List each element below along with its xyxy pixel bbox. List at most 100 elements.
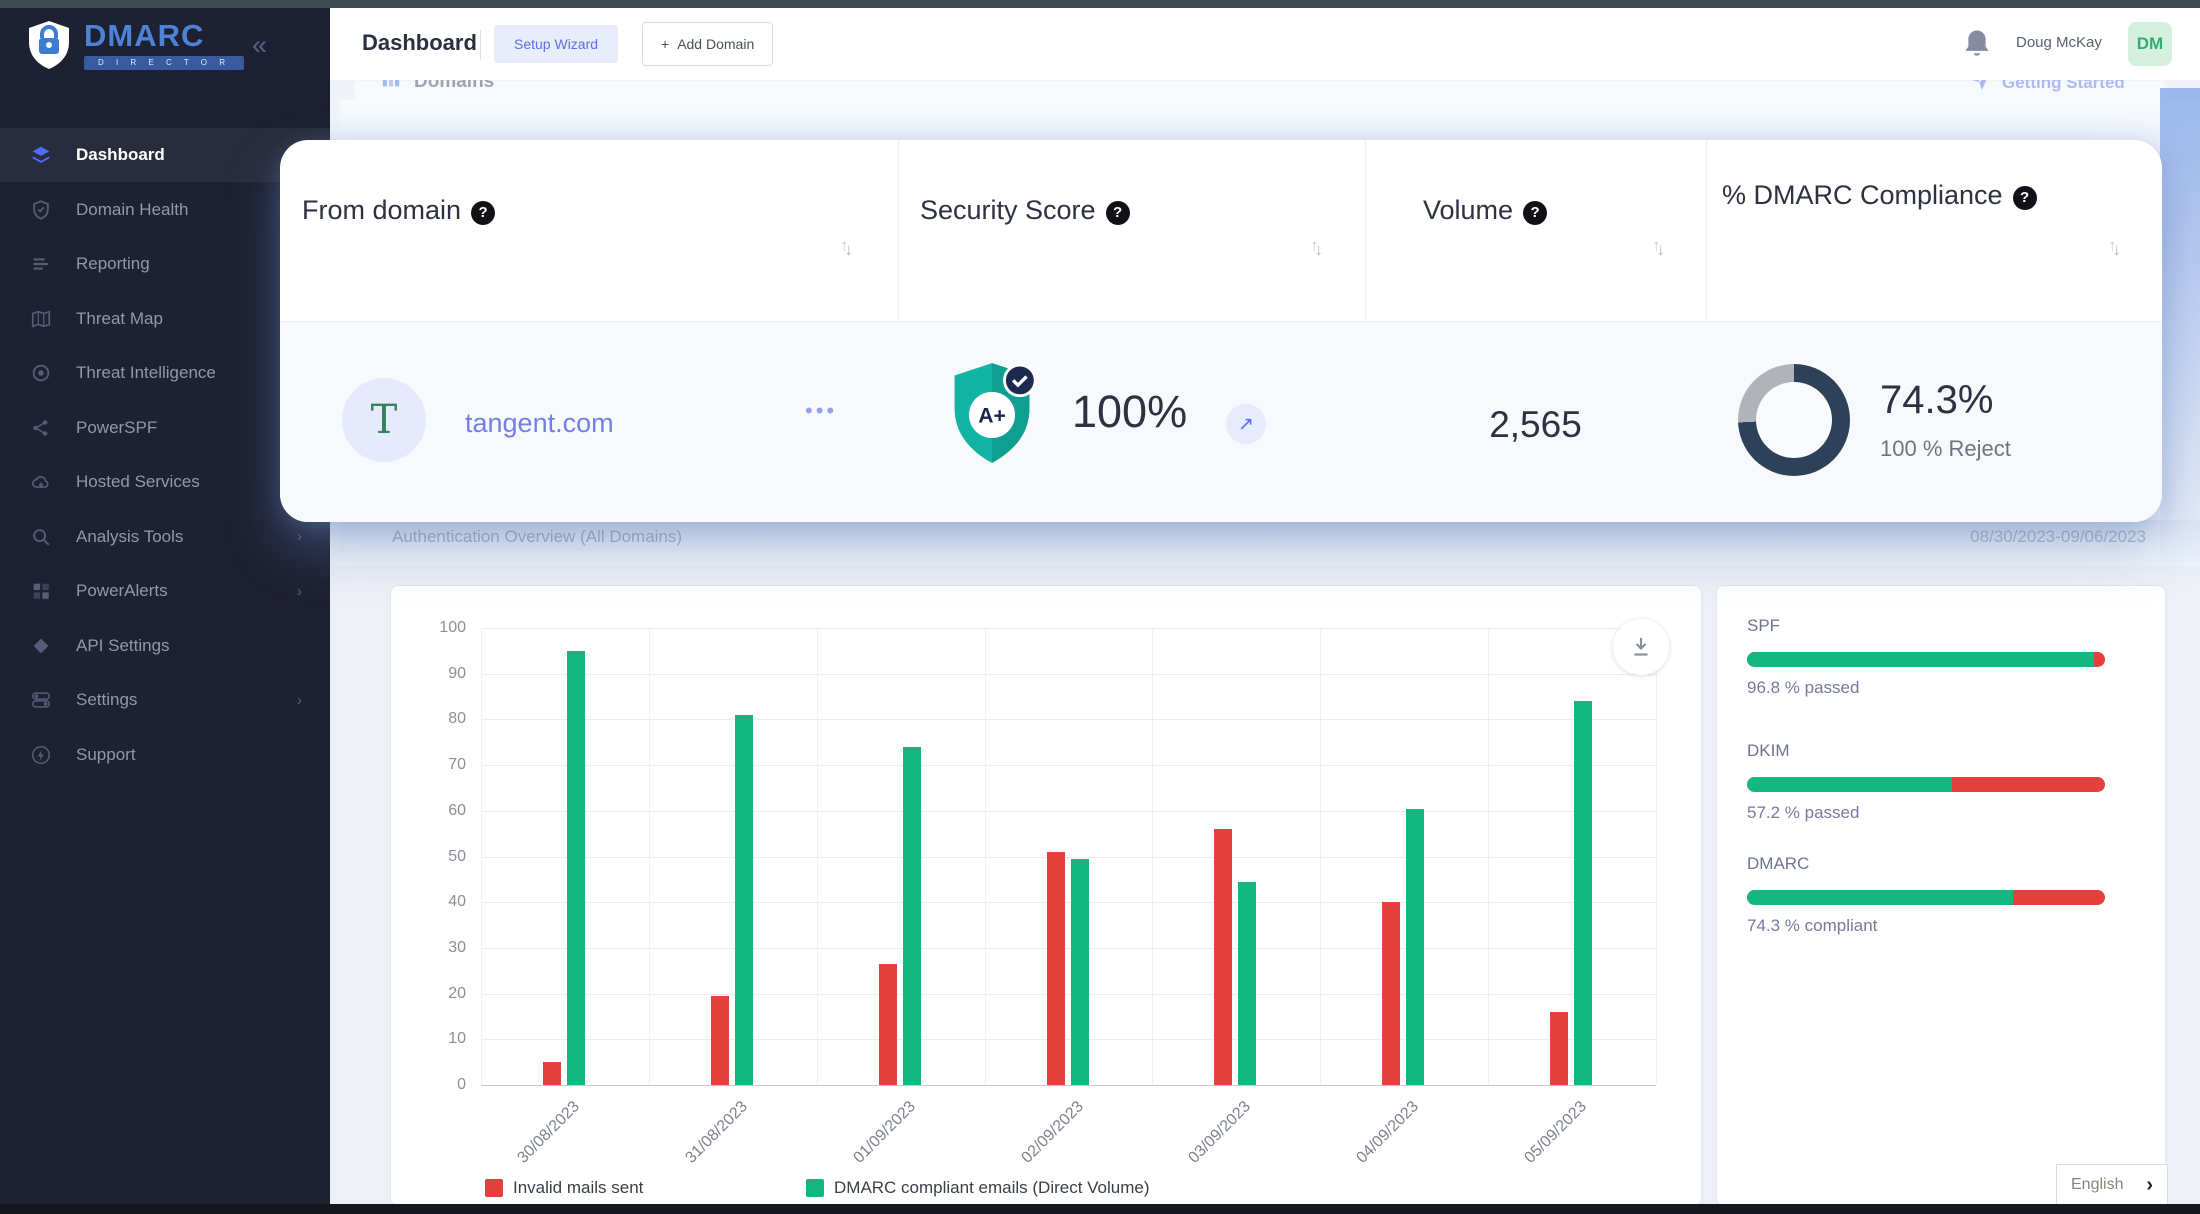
help-icon[interactable]: ? [2013, 186, 2037, 210]
summary-bar-fill [1747, 652, 2094, 667]
help-icon[interactable]: ? [471, 201, 495, 225]
toggles-icon [30, 689, 52, 711]
notifications-bell-icon[interactable] [1962, 28, 1992, 65]
sidebar-item-label: Threat Intelligence [76, 363, 216, 383]
chevron-right-icon: › [2146, 1174, 2153, 1197]
summary-caption: 74.3 % compliant [1747, 916, 1877, 936]
y-axis-tick: 30 [396, 938, 466, 958]
grid-icon [30, 580, 52, 602]
sidebar-item-label: PowerAlerts [76, 581, 168, 601]
vertical-gridline [1656, 628, 1657, 1085]
chevron-right-icon: › [297, 692, 302, 709]
sidebar-item-label: Support [76, 745, 136, 765]
summary-bar-dkim [1747, 777, 2105, 792]
nodes-icon [30, 417, 52, 439]
column-header-security-score[interactable]: Security Score? [920, 195, 1340, 226]
bar-invalid-03/09/2023 [1214, 829, 1232, 1085]
legend-item[interactable]: DMARC compliant emails (Direct Volume) [806, 1178, 1150, 1198]
language-label: English [2071, 1176, 2123, 1194]
legend-label: Invalid mails sent [513, 1178, 643, 1198]
gridline [481, 628, 1656, 629]
vertical-gridline [1320, 628, 1321, 1085]
summary-caption: 57.2 % passed [1747, 803, 1859, 823]
plus-icon: + [661, 36, 669, 52]
sidebar-item-label: Settings [76, 690, 137, 710]
legend-item[interactable]: Invalid mails sent [485, 1178, 643, 1198]
language-picker[interactable]: English › [2056, 1164, 2168, 1206]
sidebar-item-label: Reporting [76, 254, 150, 274]
gridline [481, 994, 1656, 995]
summary-label-dmarc: DMARC [1747, 854, 1809, 874]
sidebar-item-support[interactable]: Support [0, 728, 330, 782]
compliance-donut-chart [1738, 364, 1850, 476]
x-axis-label: 05/09/2023 [1468, 1098, 1591, 1214]
column-label: % DMARC Compliance [1722, 180, 2003, 210]
gridline [481, 948, 1656, 949]
sidebar-collapse-button[interactable]: « [252, 30, 267, 61]
window-top-strip [0, 0, 2200, 8]
vertical-gridline [817, 628, 818, 1085]
sidebar-item-api-settings[interactable]: API Settings [0, 619, 330, 673]
sidebar-item-label: Domain Health [76, 200, 188, 220]
volume-value: 2,565 [1365, 404, 1706, 446]
sort-arrows-icon: ↑↓ [1310, 236, 1323, 256]
paper-plane-icon [1968, 80, 1992, 97]
domain-link[interactable]: tangent.com [465, 408, 614, 439]
y-axis-tick: 50 [396, 847, 466, 867]
bar-compliant-03/09/2023 [1238, 882, 1256, 1085]
user-avatar[interactable]: DM [2128, 22, 2172, 66]
lines-icon [30, 253, 52, 275]
bar-compliant-02/09/2023 [1071, 859, 1089, 1085]
sidebar-item-poweralerts[interactable]: PowerAlerts› [0, 564, 330, 618]
sidebar-item-label: Hosted Services [76, 472, 200, 492]
user-name[interactable]: Doug McKay [2016, 34, 2102, 51]
x-axis-label: 31/08/2023 [628, 1098, 751, 1214]
app-screen: DMARC D I R E C T O R « DashboardDomain … [0, 0, 2200, 1214]
domains-panel-header: Domains [380, 80, 680, 102]
chevron-right-icon: › [297, 528, 302, 545]
summary-bar-fill [1747, 890, 2013, 905]
bar-invalid-31/08/2023 [711, 996, 729, 1085]
add-domain-button[interactable]: +Add Domain [642, 22, 773, 66]
bar-invalid-02/09/2023 [1047, 852, 1065, 1085]
help-icon[interactable]: ? [1523, 201, 1547, 225]
sidebar-item-settings[interactable]: Settings › [0, 673, 330, 727]
bar-compliant-05/09/2023 [1574, 701, 1592, 1085]
domains-panel-title: Domains [414, 80, 494, 93]
gridline [481, 1039, 1656, 1040]
search-icon [30, 526, 52, 548]
y-axis-tick: 20 [396, 984, 466, 1004]
bar-compliant-01/09/2023 [903, 747, 921, 1085]
sidebar-item-analysis-tools[interactable]: Analysis Tools› [0, 510, 330, 564]
legend-swatch [485, 1179, 503, 1197]
sidebar-item-label: Dashboard [76, 145, 165, 165]
setup-wizard-button[interactable]: Setup Wizard [494, 25, 618, 63]
summary-bar-spf [1747, 652, 2105, 667]
auth-summary-card: SPF96.8 % passedDKIM57.2 % passedDMARC74… [1716, 585, 2166, 1206]
vertical-gridline [985, 628, 986, 1085]
compliance-note: 100 % Reject [1880, 436, 2011, 462]
gridline [481, 1085, 1656, 1086]
svg-text:A+: A+ [978, 405, 1006, 428]
getting-started-label: Getting Started [2002, 80, 2125, 93]
column-label: Security Score [920, 195, 1096, 225]
summary-label-dkim: DKIM [1747, 741, 1790, 761]
cloud-icon [30, 471, 52, 493]
security-grade-shield-icon: A+ [944, 360, 1040, 471]
getting-started-link[interactable]: Getting Started [1968, 80, 2168, 102]
help-icon[interactable]: ? [1106, 201, 1130, 225]
row-actions-menu[interactable]: ••• [805, 398, 837, 424]
diamond-icon [30, 635, 52, 657]
column-header-from-domain[interactable]: From domain? [302, 195, 722, 226]
gridline [481, 811, 1656, 812]
column-header-volume[interactable]: Volume? [1423, 195, 1683, 226]
sort-arrows-icon: ↑↓ [840, 236, 853, 256]
chart-download-button[interactable] [1613, 619, 1669, 675]
score-detail-arrow-button[interactable]: ↗ [1226, 404, 1266, 444]
y-axis-tick: 80 [396, 709, 466, 729]
auth-overview-chart-card: 010203040506070809010030/08/202331/08/20… [390, 585, 1702, 1206]
bar-invalid-04/09/2023 [1382, 902, 1400, 1085]
legend-label: DMARC compliant emails (Direct Volume) [834, 1178, 1150, 1198]
vertical-gridline [481, 628, 482, 1085]
column-header--dmarc-compliance[interactable]: % DMARC Compliance? [1722, 180, 2062, 211]
